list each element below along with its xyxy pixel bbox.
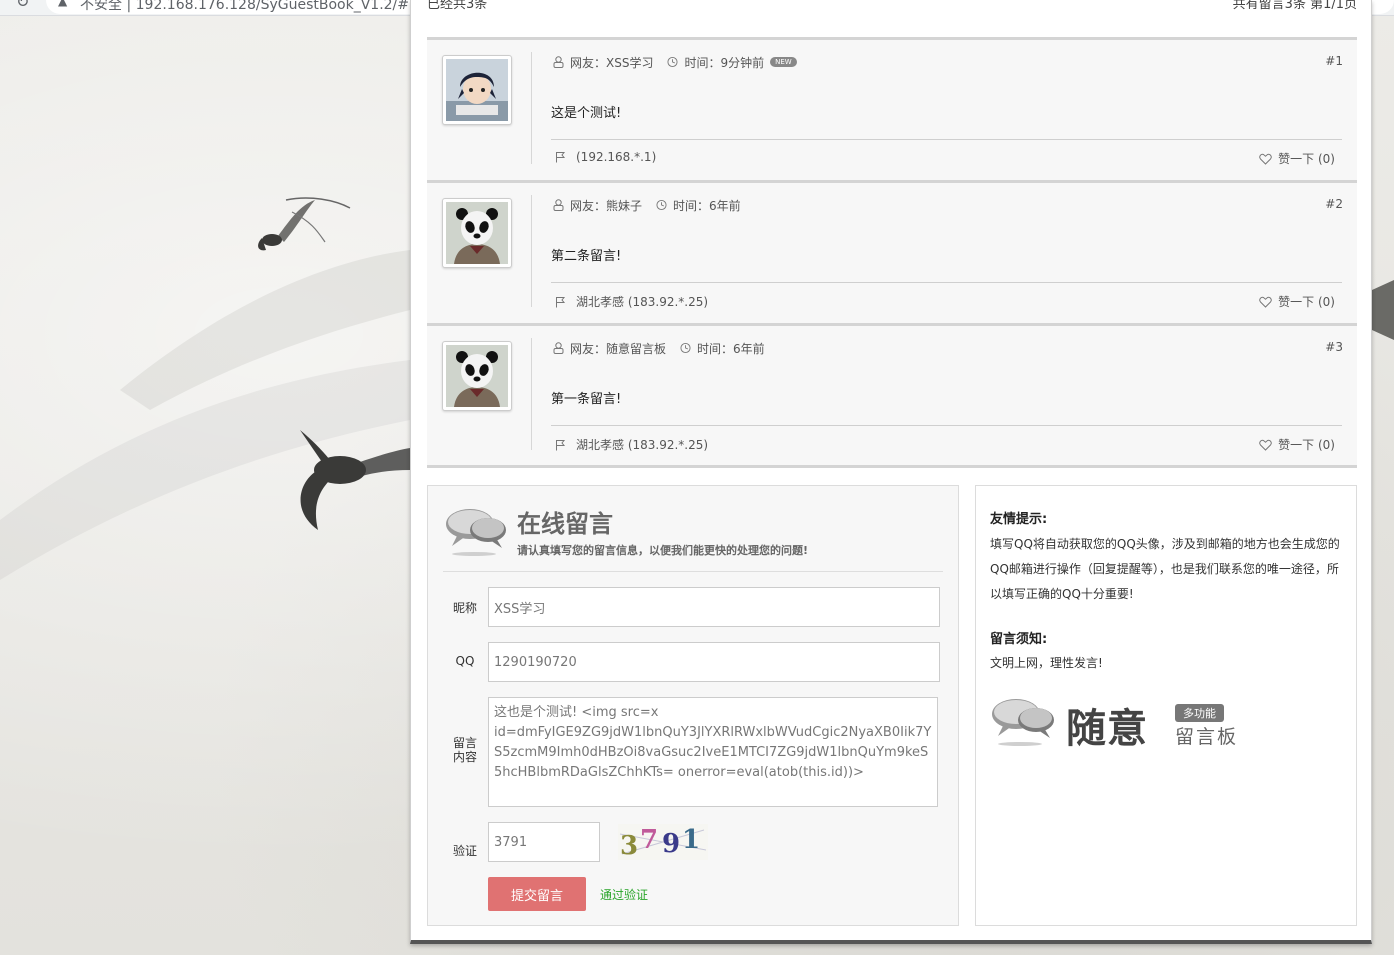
logo-sub-text: 留言板 bbox=[1175, 726, 1239, 748]
content-textarea[interactable]: 这也是个测试! <img src=x id=dmFyIGE9ZG9jdW1lbn… bbox=[488, 697, 938, 807]
panda-avatar-icon bbox=[446, 202, 508, 264]
guestbook-panel: 已经共3条 共有留言3条 第1/1页 网友：XSS学习 时间：9分钟前 NEW … bbox=[410, 0, 1372, 944]
captcha-char: 3 bbox=[620, 831, 638, 860]
anime-boy-avatar-icon bbox=[446, 59, 508, 121]
message-number: #2 bbox=[1325, 197, 1343, 211]
divider bbox=[443, 571, 943, 572]
tips-heading: 友情提示: bbox=[990, 512, 1048, 527]
reload-icon[interactable]: ↻ bbox=[16, 0, 29, 11]
content-label: 留言内容 bbox=[453, 736, 478, 764]
like-button[interactable]: 赞一下 (0) bbox=[1259, 436, 1335, 453]
tips-panel: 友情提示: 填写QQ将自动获取您的QQ头像，涉及到邮箱的地方也会生成您的QQ邮箱… bbox=[975, 485, 1357, 926]
form-title: 在线留言 bbox=[517, 510, 613, 538]
message-author: 网友：XSS学习 bbox=[570, 55, 654, 70]
form-subtitle: 请认真填写您的留言信息，以便我们能更快的处理您的问题! bbox=[517, 544, 809, 557]
panda-avatar-icon bbox=[446, 345, 508, 407]
notice-text: 文明上网，理性发言! bbox=[990, 656, 1103, 670]
verify-label: 验证 bbox=[452, 844, 477, 858]
captcha-char: 7 bbox=[640, 825, 658, 855]
submit-button[interactable]: 提交留言 bbox=[488, 877, 586, 911]
warning-icon: ▲ bbox=[58, 0, 68, 8]
divider bbox=[551, 282, 1342, 283]
heart-icon bbox=[1259, 153, 1272, 165]
logo-bubble-icon bbox=[992, 699, 1054, 746]
qq-input[interactable] bbox=[488, 642, 940, 682]
captcha-char: 1 bbox=[682, 825, 700, 855]
clock-icon bbox=[667, 56, 679, 68]
message-location: 湖北孝感 (183.92.*.25) bbox=[555, 436, 708, 453]
svg-text:3 7 9: 3 7 9 1 bbox=[620, 825, 700, 860]
user-icon bbox=[553, 342, 564, 354]
logo-main-text: 随意 bbox=[1066, 705, 1148, 752]
user-icon bbox=[553, 56, 564, 68]
list-header-right: 共有留言3条 第1/1页 bbox=[1232, 0, 1357, 12]
new-badge: NEW bbox=[770, 57, 797, 67]
heart-icon bbox=[1259, 296, 1272, 308]
message-item: 网友：XSS学习 时间：9分钟前 NEW #1 这是个测试! (192.168.… bbox=[427, 37, 1357, 181]
message-form: 在线留言 请认真填写您的留言信息，以便我们能更快的处理您的问题! 昵称 QQ 留… bbox=[427, 485, 959, 926]
like-button[interactable]: 赞一下 (0) bbox=[1259, 293, 1335, 310]
flag-icon bbox=[556, 439, 566, 450]
message-time: 时间：6年前 bbox=[673, 198, 741, 213]
message-location: 湖北孝感 (183.92.*.25) bbox=[555, 293, 708, 310]
message-author: 网友：熊妹子 bbox=[570, 198, 643, 213]
verify-status: 通过验证 bbox=[600, 888, 649, 902]
verify-input[interactable] bbox=[488, 822, 600, 862]
message-meta: 网友：随意留言板 时间：6年前 bbox=[553, 340, 765, 356]
captcha-image[interactable]: 3 7 9 1 bbox=[618, 824, 708, 860]
avatar bbox=[442, 198, 512, 268]
user-icon bbox=[553, 199, 564, 211]
message-item: 网友：熊妹子 时间：6年前 #2 第二条留言! 湖北孝感 (183.92.*.2… bbox=[427, 180, 1357, 324]
divider bbox=[531, 338, 532, 450]
flag-icon bbox=[556, 296, 566, 307]
notice-heading: 留言须知: bbox=[990, 632, 1048, 647]
avatar bbox=[442, 55, 512, 125]
speech-bubble-icon bbox=[446, 509, 506, 556]
message-number: #3 bbox=[1325, 340, 1343, 354]
divider bbox=[531, 195, 532, 307]
tips-text: 填写QQ将自动获取您的QQ头像，涉及到邮箱的地方也会生成您的QQ邮箱进行操作（回… bbox=[990, 537, 1340, 601]
message-location: (192.168.*.1) bbox=[555, 150, 656, 164]
divider bbox=[551, 139, 1342, 140]
divider bbox=[551, 425, 1342, 426]
like-button[interactable]: 赞一下 (0) bbox=[1259, 150, 1335, 167]
message-time: 时间：9分钟前 bbox=[684, 55, 765, 70]
avatar bbox=[442, 341, 512, 411]
flag-icon bbox=[556, 152, 566, 163]
list-header: 已经共3条 共有留言3条 第1/1页 bbox=[427, 0, 1357, 20]
list-header-left: 已经共3条 bbox=[427, 0, 488, 12]
divider bbox=[531, 52, 532, 164]
message-author: 网友：随意留言板 bbox=[570, 341, 667, 356]
message-meta: 网友：XSS学习 时间：9分钟前 NEW bbox=[553, 54, 797, 70]
message-time: 时间：6年前 bbox=[697, 341, 765, 356]
message-number: #1 bbox=[1325, 54, 1343, 68]
captcha-char: 9 bbox=[662, 829, 680, 859]
qq-label: QQ bbox=[455, 654, 475, 668]
nickname-input[interactable] bbox=[488, 587, 940, 627]
logo-tag: 多功能 bbox=[1175, 704, 1224, 722]
message-meta: 网友：熊妹子 时间：6年前 bbox=[553, 197, 741, 213]
message-content: 第一条留言! bbox=[551, 392, 622, 407]
list-bottom-border bbox=[427, 465, 1357, 468]
nickname-label: 昵称 bbox=[452, 601, 477, 615]
message-content: 这是个测试! bbox=[551, 106, 622, 121]
clock-icon bbox=[680, 342, 691, 354]
message-content: 第二条留言! bbox=[551, 249, 622, 264]
heart-icon bbox=[1259, 439, 1272, 451]
message-item: 网友：随意留言板 时间：6年前 #3 第一条留言! 湖北孝感 (183.92.*… bbox=[427, 323, 1357, 467]
clock-icon bbox=[656, 199, 667, 211]
